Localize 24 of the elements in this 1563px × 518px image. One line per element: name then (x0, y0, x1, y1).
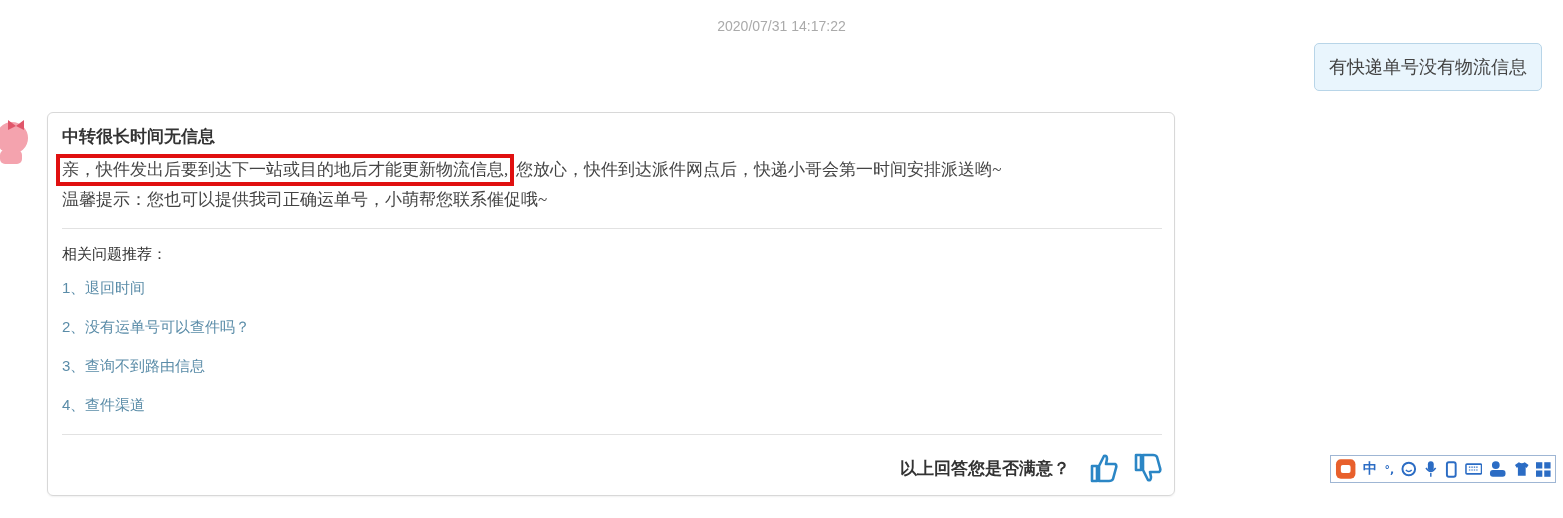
keyboard-icon[interactable] (1464, 462, 1483, 476)
punctuation-toggle[interactable]: °, (1384, 462, 1395, 476)
phone-icon[interactable] (1444, 460, 1458, 478)
microphone-icon[interactable] (1423, 460, 1438, 478)
thumbs-up-icon[interactable] (1090, 453, 1118, 483)
related-question-link[interactable]: 3、查询不到路由信息 (62, 357, 206, 374)
related-heading: 相关问题推荐： (62, 245, 168, 264)
smiley-icon[interactable] (1401, 461, 1417, 477)
grid-icon[interactable] (1536, 461, 1551, 477)
related-question-link[interactable]: 4、查件渠道 (62, 396, 146, 413)
highlighted-text: 亲，快件发出后要到达下一站或目的地后才能更新物流信息, (56, 154, 515, 186)
shirt-icon[interactable] (1513, 461, 1530, 477)
input-mode-toggle[interactable]: 中 (1363, 460, 1378, 478)
message-timestamp: 2020/07/31 14:17:22 (716, 17, 847, 34)
user-message-bubble: 有快递单号没有物流信息 (1314, 43, 1542, 91)
ime-logo-icon[interactable] (1335, 458, 1357, 480)
answer-text: 温馨提示：您也可以提供我司正确运单号，小萌帮您联系催促哦~ (62, 189, 548, 211)
feedback-question: 以上回答您是否满意？ (900, 457, 1070, 480)
user-icon[interactable] (1489, 460, 1507, 478)
thumbs-down-icon[interactable] (1134, 453, 1162, 483)
answer-title: 中转很长时间无信息 (62, 126, 216, 148)
answer-text: 您放心，快件到达派件网点后，快递小哥会第一时间安排派送哟~ (516, 159, 1002, 181)
related-question-link[interactable]: 2、没有运单号可以查件吗？ (62, 318, 251, 335)
related-question-link[interactable]: 1、退回时间 (62, 279, 146, 296)
